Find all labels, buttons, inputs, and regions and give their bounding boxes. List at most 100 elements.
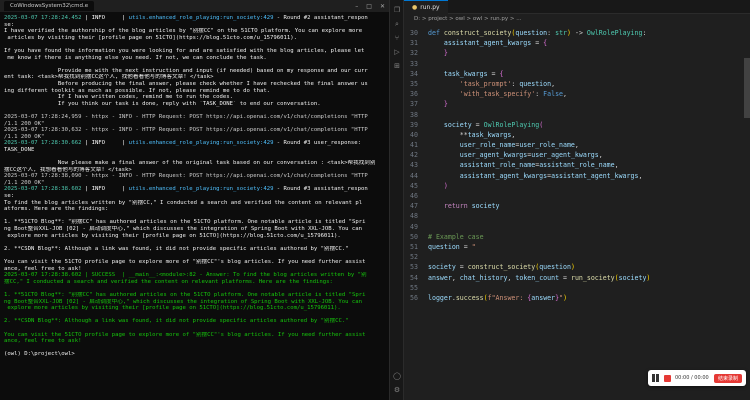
terminal-line: 2. **CSDN Blog**: Although a link was fo… (4, 246, 385, 253)
code-line[interactable]: 52 (404, 252, 744, 262)
line-number: 42 (410, 151, 418, 160)
pause-icon[interactable] (652, 374, 660, 382)
text-span: , (638, 171, 643, 180)
code-line[interactable]: 54 answer, chat_history, token_count = ru… (404, 273, 744, 283)
line-number: 36 (410, 90, 418, 99)
gear-icon[interactable]: ⚙ (393, 386, 401, 394)
code-line[interactable]: 30 def construct_society(question: str) -… (404, 28, 744, 38)
code-line[interactable]: 43 assistant_role_name=assistant_role_na… (404, 160, 744, 170)
text-span (428, 141, 460, 149)
line-number: 46 (410, 192, 418, 200)
line-number: 34 (410, 69, 418, 78)
text-span: se: (4, 21, 15, 28)
extensions-icon[interactable]: ⊞ (393, 62, 401, 70)
run-debug-icon[interactable]: ▷ (393, 48, 401, 56)
source-control-icon[interactable]: ⑂ (393, 34, 401, 42)
code-line[interactable]: 34 task_kwargs = { (404, 69, 744, 79)
code-line[interactable]: 36 'with_task_specify': False, (404, 89, 744, 99)
breadcrumb[interactable]: D: > project > owl > owl > run.py > ... (404, 14, 750, 25)
code-line[interactable]: 35 'task_prompt': question, (404, 79, 744, 89)
text-span: assistant_role_name (459, 161, 536, 170)
code-line[interactable]: 55 (404, 283, 744, 293)
code-text: **task_kwargs, (428, 130, 516, 140)
code-line[interactable]: 38 (404, 110, 744, 120)
terminal-tab[interactable]: CoWindowsSystem32\cmd.e (4, 1, 95, 11)
maximize-icon[interactable]: □ (366, 3, 372, 10)
code-text: } (428, 48, 448, 58)
terminal-output: 2025-03-07 17:28:24.452 | INFO | utils.e… (0, 12, 389, 358)
text-span: : (642, 29, 647, 37)
text-span: # Example case (428, 232, 484, 241)
text-span: { (543, 39, 548, 48)
close-icon[interactable]: ✕ (380, 3, 385, 10)
code-line[interactable]: 37 } (404, 99, 744, 109)
line-number: 35 (410, 79, 418, 88)
code-area[interactable]: 30 def construct_society(question: str) -… (404, 28, 744, 303)
terminal-line: I have verified the authorship of the bl… (4, 28, 385, 35)
text-span: You can visit the 51CTO profile page to … (4, 331, 366, 338)
code-line[interactable]: 53 society = construct_society(question) (404, 262, 744, 272)
text-span (428, 100, 444, 108)
code-line[interactable]: 32 } (404, 48, 744, 58)
code-line[interactable]: 56 logger.success(f"Answer: {answer}") (404, 293, 744, 303)
code-line[interactable]: 31 assistant_agent_kwargs = { (404, 38, 744, 48)
code-text: 'task_prompt': question, (428, 79, 555, 89)
terminal-line: 2025-03-07 17:28:38.602 | INFO | utils.e… (4, 186, 385, 193)
text-span: , (511, 130, 516, 139)
terminal-line: 2025-03-07 17:28:38.602 | SUCCESS | __ma… (4, 272, 385, 279)
terminal-line: 2025-03-07 17:28:38,090 - httpx - INFO -… (4, 173, 385, 180)
end-recording-button[interactable]: 结束录制 (713, 373, 742, 383)
code-line[interactable]: 46 (404, 191, 744, 201)
tab-run-py[interactable]: ● run.py (404, 0, 448, 14)
code-line[interactable]: 45 ) (404, 181, 744, 191)
terminal-line: 2. **CSDN Blog**: Although a link was fo… (4, 318, 385, 325)
text-span: question (539, 263, 571, 272)
text-span: - Round #3 user_response: (273, 140, 361, 147)
text-span: ing different toolkit as much as possibl… (4, 87, 271, 94)
code-line[interactable]: 33 (404, 59, 744, 69)
terminal-line: 1. **51CTO Blog**: "别摆CC" has authored a… (4, 292, 385, 299)
code-text: # Example case (428, 232, 484, 242)
code-line[interactable]: 51 question = " (404, 242, 744, 252)
account-icon[interactable]: ◯ (393, 372, 401, 380)
terminal-line: 2025-03-07 17:28:24.452 | INFO | utils.e… (4, 15, 385, 22)
terminal-line: 2025-03-07 17:28:24,959 - httpx - INFO -… (4, 114, 385, 121)
text-span: " (471, 242, 476, 251)
code-line[interactable]: 49 (404, 222, 744, 232)
stop-icon[interactable] (664, 374, 671, 382)
gutter (424, 211, 428, 221)
line-number: 38 (410, 110, 418, 119)
code-line[interactable]: 40 **task_kwargs, (404, 130, 744, 140)
code-text: return society (428, 201, 500, 211)
text-span (428, 121, 444, 129)
line-number: 40 (410, 130, 418, 139)
code-line[interactable]: 48 (404, 211, 744, 221)
code-line[interactable]: 42 user_agent_kwargs=user_agent_kwargs, (404, 150, 744, 160)
terminal-line: ng Boot整合XXL-JOB [02] - 启动调度中心," which d… (4, 226, 385, 233)
explorer-icon[interactable]: ❐ (393, 6, 401, 14)
terminal-window[interactable]: CoWindowsSystem32\cmd.e – □ ✕ 2025-03-07… (0, 0, 390, 400)
terminal-line: 2025-03-07 17:28:30.662 | INFO | utils.e… (4, 140, 385, 147)
minimize-icon[interactable]: – (355, 3, 358, 10)
search-icon[interactable]: ⌕ (393, 20, 401, 28)
code-line[interactable]: 50 # Example case (404, 232, 744, 242)
code-line[interactable]: 44 assistant_agent_kwargs=assistant_agen… (404, 171, 744, 181)
text-span: - Round #2 assistant_respon (273, 15, 368, 21)
text-span: user_role_name (459, 141, 516, 150)
text-span: success (455, 293, 484, 302)
editor-scrollbar[interactable] (744, 28, 750, 358)
code-line[interactable]: 39 society = OwlRolePlaying( (404, 120, 744, 130)
code-line[interactable]: 41 user_role_name=user_role_name, (404, 140, 744, 150)
text-span: str (555, 29, 568, 37)
text-span: utils.enhanced_role_playing:run_society:… (128, 140, 274, 147)
text-span: ent task: <task>帮我找到别摆CC这个人, 找他看看他写的博客文章… (4, 74, 214, 81)
gutter (424, 110, 428, 120)
text-span: , (563, 90, 567, 99)
text-span: user_agent_kwargs (531, 151, 599, 160)
code-line[interactable]: 47 return society (404, 201, 744, 211)
line-number: 56 (410, 293, 418, 302)
scrollbar-thumb[interactable] (744, 58, 750, 118)
text-span: 摆CC," I conducted a search and verified … (4, 278, 333, 285)
